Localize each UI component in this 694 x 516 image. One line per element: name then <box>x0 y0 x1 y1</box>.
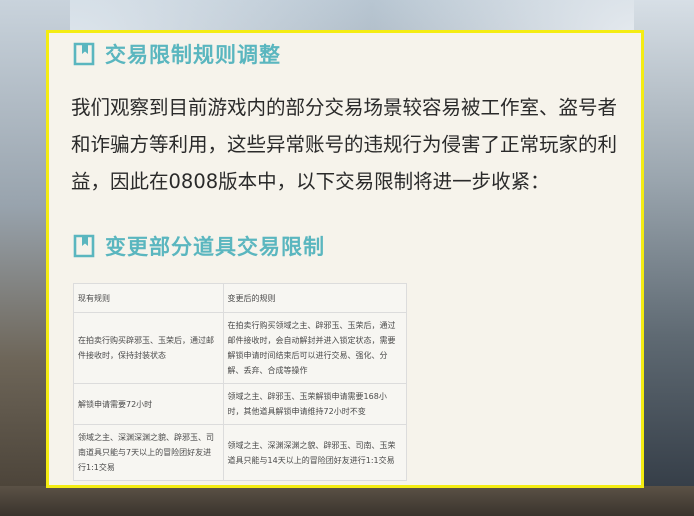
section-heading-item-rules: 变更部分道具交易限制 <box>73 231 325 261</box>
table-cell-current: 解锁申请需要72小时 <box>73 383 224 425</box>
table-cell-current: 领域之主、深渊深渊之貌、辟邪玉、司南道具只能与7天以上的冒险团好友进行1:1交易 <box>73 424 224 481</box>
bookmark-icon <box>73 234 95 258</box>
table-row: 在拍卖行购买辟邪玉、玉荣后，通过邮件接收时，保持封装状态 在拍卖行购买领域之主、… <box>73 312 408 384</box>
column-header-current: 现有规则 <box>73 283 224 313</box>
rules-table: 现有规则 变更后的规则 在拍卖行购买辟邪玉、玉荣后，通过邮件接收时，保持封装状态… <box>73 283 408 481</box>
section-heading-trade-rules: 交易限制规则调整 <box>73 39 281 69</box>
background-ground <box>0 486 694 516</box>
announcement-card: 交易限制规则调整 我们观察到目前游戏内的部分交易场景较容易被工作室、盗号者和诈骗… <box>46 30 644 488</box>
section-title: 交易限制规则调整 <box>105 43 281 67</box>
bookmark-icon <box>73 42 95 66</box>
table-header-row: 现有规则 变更后的规则 <box>73 283 408 313</box>
table-cell-changed: 领域之主、辟邪玉、玉荣解锁申请需要168小时，其他道具解锁申请维持72小时不变 <box>222 383 408 425</box>
table-row: 解锁申请需要72小时 领域之主、辟邪玉、玉荣解锁申请需要168小时，其他道具解锁… <box>73 383 408 425</box>
table-row: 领域之主、深渊深渊之貌、辟邪玉、司南道具只能与7天以上的冒险团好友进行1:1交易… <box>73 424 408 481</box>
table-cell-changed: 领域之主、深渊深渊之貌、辟邪玉、司南、玉荣道具只能与14天以上的冒险团好友进行1… <box>222 424 408 481</box>
column-header-changed: 变更后的规则 <box>222 283 408 313</box>
table-cell-changed: 在拍卖行购买领域之主、辟邪玉、玉荣后，通过邮件接收时，会自动解封并进入锁定状态，… <box>222 312 408 384</box>
table-cell-current: 在拍卖行购买辟邪玉、玉荣后，通过邮件接收时，保持封装状态 <box>73 312 224 384</box>
intro-paragraph: 我们观察到目前游戏内的部分交易场景较容易被工作室、盗号者和诈骗方等利用，这些异常… <box>71 96 618 193</box>
section-title: 变更部分道具交易限制 <box>105 235 325 259</box>
